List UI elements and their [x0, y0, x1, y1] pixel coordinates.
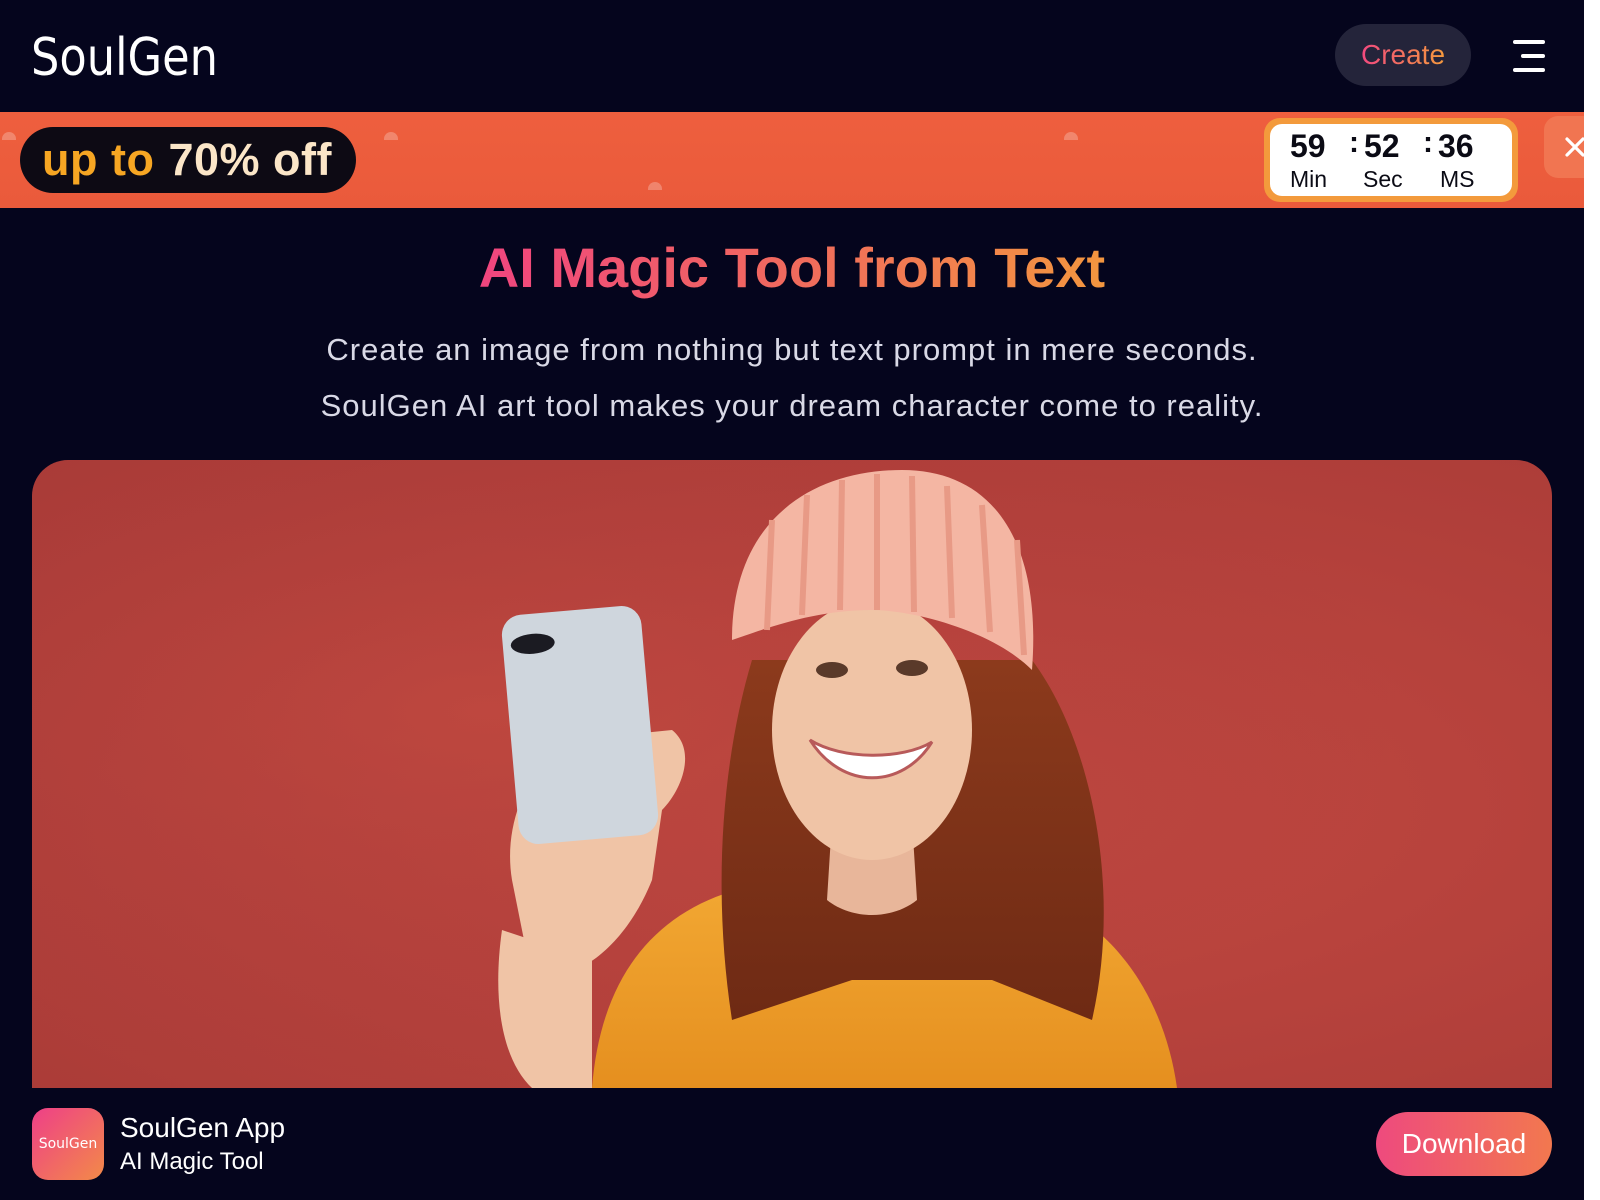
promo-banner[interactable]: up to 70% off 59 : 52 : 36 Min Sec MS — [0, 112, 1584, 208]
discount-pill: up to 70% off — [20, 127, 356, 193]
download-button[interactable]: Download — [1376, 1112, 1552, 1176]
create-button-label: Create — [1360, 39, 1446, 70]
countdown-min-label: Min — [1290, 166, 1328, 192]
discount-prefix: up to — [42, 134, 155, 185]
app-icon[interactable]: SoulGen — [32, 1108, 104, 1180]
countdown-separator: : — [1423, 126, 1433, 159]
countdown-ms-label: MS — [1440, 166, 1475, 192]
hamburger-menu-icon[interactable] — [1509, 38, 1545, 74]
scrollbar-gutter — [1584, 0, 1600, 1200]
soulgen-logo[interactable]: SoulGen — [31, 26, 218, 90]
countdown-ms: 36 — [1438, 128, 1474, 164]
main-content: SoulGen Create up to 70% off 59: 52: 3… — [0, 0, 1584, 1200]
hero-subtitle-line1: Create an image from nothing but text pr… — [326, 332, 1258, 367]
hero-subtitle-line2: SoulGen AI art tool makes your dream cha… — [320, 388, 1264, 423]
app-description: AI Magic Tool — [120, 1148, 264, 1175]
discount-value: 70% off — [168, 134, 332, 185]
close-promo-button[interactable] — [1544, 116, 1584, 178]
countdown-separator: : — [1349, 126, 1359, 159]
page: SoulGen Create up to 70% off 59: 52: 3… — [0, 0, 1600, 1200]
hero-title: AI Magic Tool from Text — [478, 236, 1106, 299]
hero-image — [32, 460, 1552, 1088]
countdown-minutes: 59 — [1290, 128, 1326, 164]
create-button[interactable]: Create — [1335, 24, 1471, 86]
top-header: SoulGen Create — [0, 0, 1584, 112]
app-download-bar: SoulGen SoulGen App AI Magic Tool Downlo… — [0, 1088, 1584, 1200]
countdown-seconds: 52 — [1364, 128, 1400, 164]
close-icon — [1565, 137, 1584, 157]
countdown-timer: 59 : 52 : 36 Min Sec MS — [1264, 118, 1518, 202]
countdown-sec-label: Sec — [1363, 166, 1403, 192]
app-name: SoulGen App — [120, 1112, 286, 1143]
